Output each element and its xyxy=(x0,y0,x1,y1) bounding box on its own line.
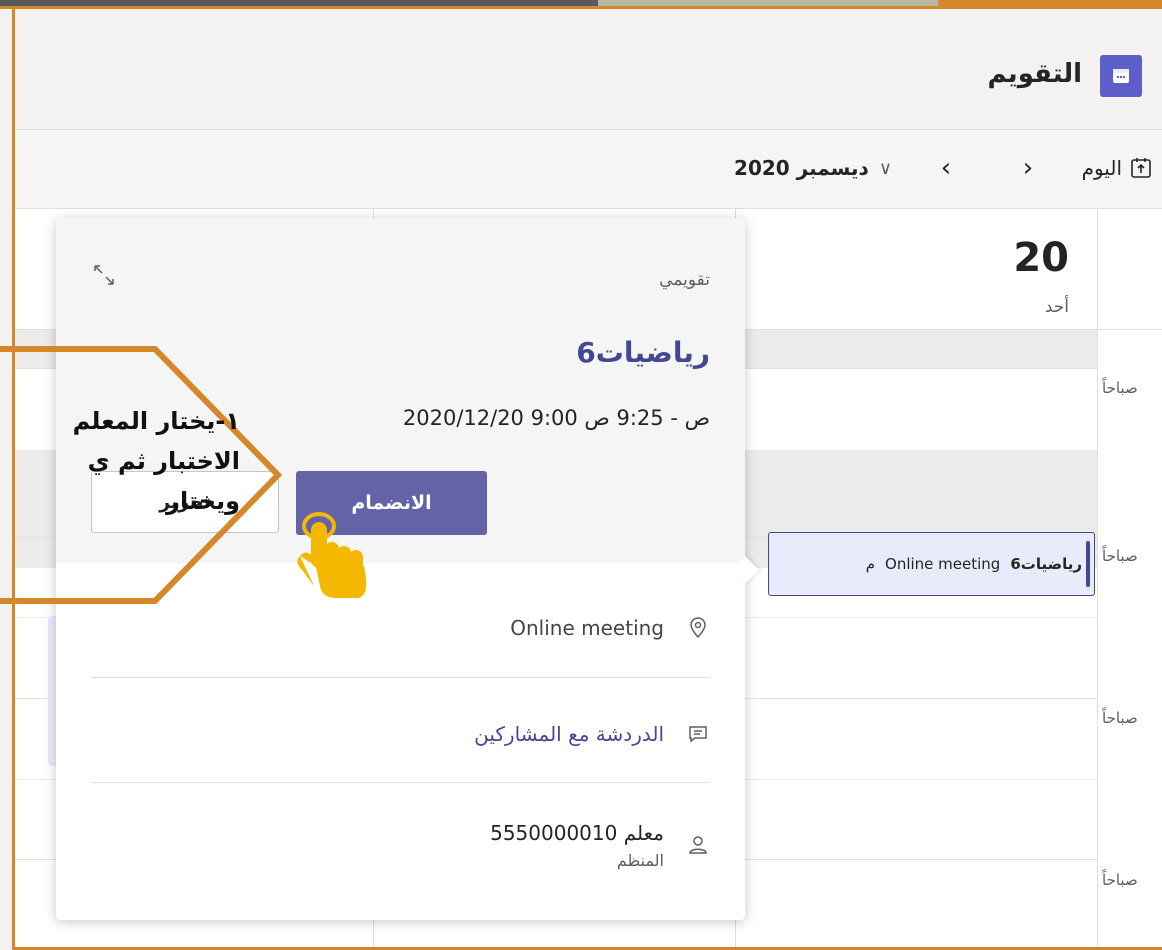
organizer-row: معلم 5550000010 المنظم xyxy=(91,810,710,880)
callout-line-2: الاختبار ثم ي xyxy=(87,447,240,475)
location-text: Online meeting xyxy=(510,616,664,640)
chat-icon xyxy=(689,726,707,743)
time-label: صباحاً xyxy=(1102,871,1138,889)
previous-month-button[interactable]: › xyxy=(1012,152,1044,184)
month-label: ديسمبر 2020 xyxy=(734,156,869,180)
location-row: Online meeting xyxy=(91,608,710,648)
chat-row[interactable]: الدردشة مع المشاركين xyxy=(91,714,710,754)
chevron-right-icon: › xyxy=(1022,153,1034,183)
calendar-name: تقويمي xyxy=(659,270,710,290)
chevron-left-icon: ‹ xyxy=(940,153,952,183)
time-label: صباحاً xyxy=(1102,547,1138,565)
day-name: أحد xyxy=(1044,297,1069,317)
organizer-name: معلم 5550000010 xyxy=(490,820,664,845)
day-column-header[interactable]: 20 أحد xyxy=(735,209,1097,330)
callout-line-3: ويختار xyxy=(166,487,240,515)
calendar-today-icon xyxy=(1131,158,1151,178)
callout-line-1: ١-يختار المعلم xyxy=(72,407,240,435)
expand-icon[interactable] xyxy=(89,260,119,290)
app-header: التقويم xyxy=(15,9,1162,130)
meeting-title: رياضيات6 xyxy=(576,336,710,369)
event-title: رياضيات6 xyxy=(1010,555,1082,573)
page-title: التقويم xyxy=(987,59,1082,89)
popup-divider xyxy=(91,677,710,678)
calendar-event[interactable]: م Online meeting رياضيات6 xyxy=(768,532,1095,596)
event-more: م xyxy=(865,555,876,573)
event-location: Online meeting xyxy=(885,555,1001,573)
next-month-button[interactable]: ‹ xyxy=(930,152,962,184)
chat-link[interactable]: الدردشة مع المشاركين xyxy=(474,722,664,746)
column-divider xyxy=(1097,209,1098,947)
calendar-app-tile[interactable] xyxy=(1100,55,1142,97)
callout-text: ١-يختار المعلم الاختبار ثم ي ويختار xyxy=(0,401,240,521)
location-pin-icon xyxy=(690,617,706,639)
today-label: اليوم xyxy=(1081,156,1122,180)
day-number: 20 xyxy=(1013,235,1069,281)
chevron-down-icon: ∨ xyxy=(878,157,892,179)
popup-divider xyxy=(91,782,710,783)
today-button[interactable]: اليوم xyxy=(1082,152,1152,184)
organizer-role: المنظم xyxy=(616,850,664,870)
person-icon xyxy=(689,836,707,854)
calendar-toolbar: اليوم › ‹ ديسمبر 2020 ∨ xyxy=(15,130,1162,209)
time-label: صباحاً xyxy=(1102,709,1138,727)
time-label: صباحاً xyxy=(1102,379,1138,397)
meeting-time: 2020/12/20 9:00 ص - 9:25 ص xyxy=(402,406,710,430)
organizer-block: معلم 5550000010 المنظم xyxy=(490,821,664,870)
pointing-hand-icon xyxy=(297,512,367,598)
calendar-icon xyxy=(1113,69,1129,83)
month-picker[interactable]: ديسمبر 2020 ∨ xyxy=(734,152,892,184)
time-gutter-header xyxy=(1098,209,1162,330)
